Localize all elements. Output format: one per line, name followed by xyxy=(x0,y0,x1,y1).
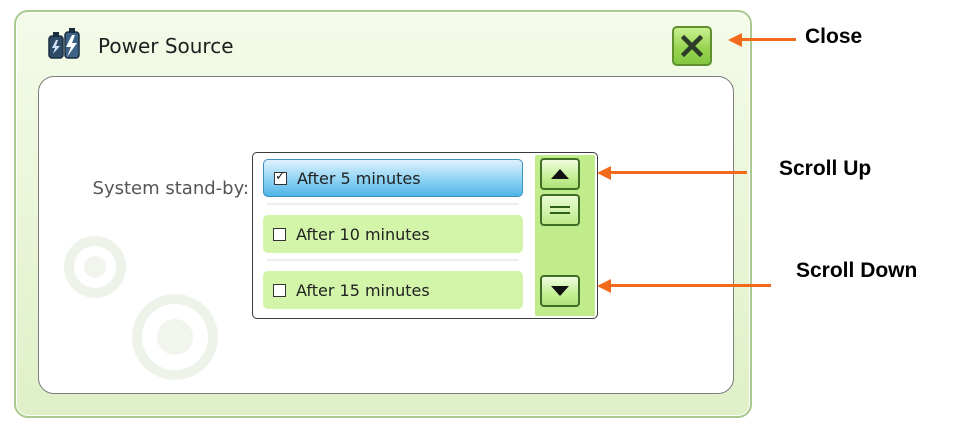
checkbox-unchecked-icon xyxy=(273,283,286,297)
scroll-down-button[interactable] xyxy=(540,275,580,307)
checkbox-checked-icon: ✓ xyxy=(274,168,287,185)
checkbox-unchecked-icon xyxy=(273,227,286,241)
list-separator xyxy=(267,259,519,262)
scroll-thumb-grip-icon xyxy=(550,212,570,214)
standby-listbox: ✓ After 5 minutes After 10 minutes After… xyxy=(252,152,598,319)
power-source-dialog: Power Source System stand-by: ✓ After 5 … xyxy=(14,10,752,418)
power-battery-icon xyxy=(48,28,80,59)
dialog-title: Power Source xyxy=(98,34,234,58)
settings-panel: System stand-by: ✓ After 5 minutes After… xyxy=(38,76,734,394)
scroll-up-annotation-label: Scroll Up xyxy=(779,157,872,180)
option-after-10-minutes[interactable]: After 10 minutes xyxy=(263,215,523,253)
triangle-up-icon xyxy=(551,169,569,179)
close-button[interactable] xyxy=(672,26,712,66)
option-label: After 10 minutes xyxy=(296,224,430,244)
scroll-up-annotation-line xyxy=(609,171,747,174)
scroll-down-annotation-line xyxy=(609,284,771,287)
option-after-5-minutes[interactable]: ✓ After 5 minutes xyxy=(263,159,523,197)
option-label: After 5 minutes xyxy=(297,168,421,188)
screenshot-stage: Power Source System stand-by: ✓ After 5 … xyxy=(0,0,959,421)
option-after-15-minutes[interactable]: After 15 minutes xyxy=(263,271,523,309)
triangle-down-icon xyxy=(551,286,569,296)
gears-watermark-icon xyxy=(64,236,218,380)
scroll-thumb[interactable] xyxy=(540,194,580,226)
close-annotation-line xyxy=(740,38,796,41)
option-label: After 15 minutes xyxy=(296,280,430,300)
close-x-icon xyxy=(681,35,703,57)
system-standby-label: System stand-by: xyxy=(92,178,249,199)
scroll-thumb-grip-icon xyxy=(550,206,570,208)
close-annotation-label: Close xyxy=(805,25,863,48)
scrollbar-track[interactable] xyxy=(535,155,595,316)
scroll-down-annotation-label: Scroll Down xyxy=(796,259,918,282)
scroll-up-button[interactable] xyxy=(540,158,580,190)
list-separator xyxy=(267,203,519,206)
